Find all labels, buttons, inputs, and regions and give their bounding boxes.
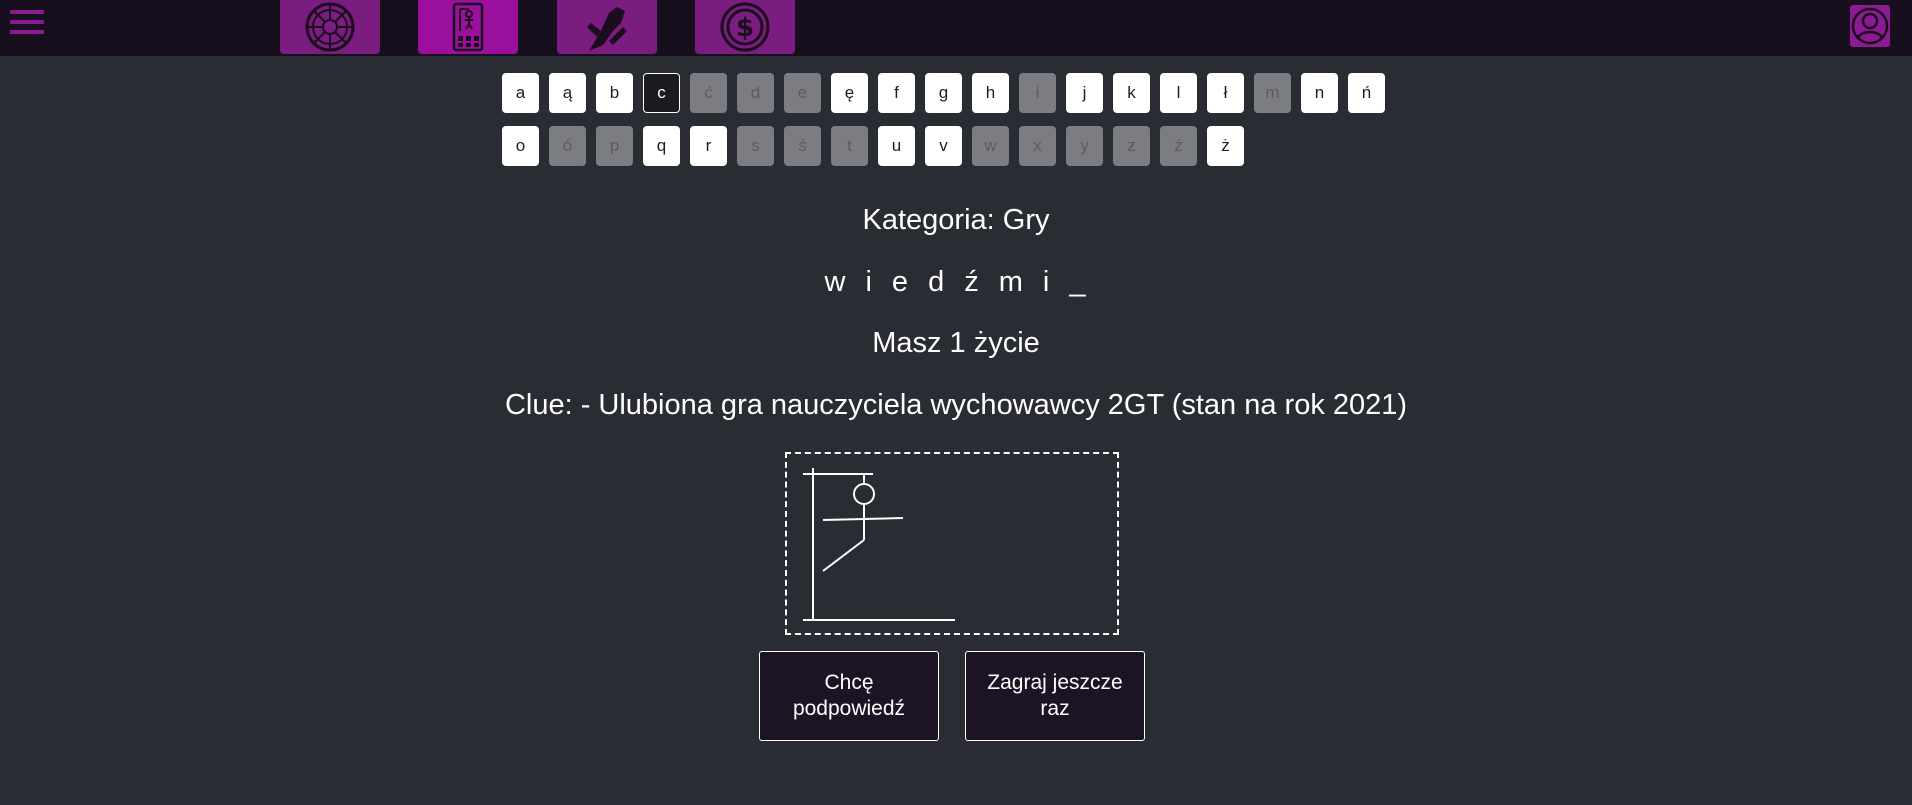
word-letter: w <box>824 266 848 298</box>
letter-key[interactable]: j <box>1066 73 1103 113</box>
roulette-wheel-icon <box>305 2 355 52</box>
letter-key[interactable]: o <box>502 126 539 166</box>
letter-key[interactable]: k <box>1113 73 1150 113</box>
category-label: Kategoria: Gry <box>862 204 1050 236</box>
word-letter: ź <box>964 266 981 298</box>
letter-key[interactable]: a <box>502 73 539 113</box>
word-letter: i <box>1042 266 1052 298</box>
letter-keyboard: aąbcćdeęfghijklłmnń oópqrsśtuvwxyzźż <box>502 73 1395 179</box>
letter-key[interactable]: g <box>925 73 962 113</box>
hint-button[interactable]: Chcę podpowiedź <box>759 651 939 741</box>
letter-key[interactable]: ę <box>831 73 868 113</box>
letter-key[interactable]: ł <box>1207 73 1244 113</box>
letter-key[interactable]: w <box>972 126 1009 166</box>
svg-text:$: $ <box>736 13 754 43</box>
word-letter: i <box>865 266 874 298</box>
letter-key[interactable]: l <box>1160 73 1197 113</box>
letter-key[interactable]: x <box>1019 126 1056 166</box>
scissors-hand-icon <box>587 7 627 51</box>
tab-money[interactable]: $ <box>695 0 795 54</box>
letter-key[interactable]: m <box>1254 73 1291 113</box>
letter-key[interactable]: t <box>831 126 868 166</box>
word-letter: _ <box>1069 266 1088 298</box>
letter-key[interactable]: n <box>1301 73 1338 113</box>
word-letter: m <box>998 266 1025 298</box>
letter-key[interactable]: r <box>690 126 727 166</box>
letter-key[interactable]: z <box>1113 126 1150 166</box>
keyboard-row: aąbcćdeęfghijklłmnń <box>502 73 1395 113</box>
word-letter: d <box>928 266 947 298</box>
dollar-coin-icon: $ <box>720 2 770 52</box>
letter-key[interactable]: e <box>784 73 821 113</box>
letter-key[interactable]: ć <box>690 73 727 113</box>
letter-key[interactable]: q <box>643 126 680 166</box>
word-letter: e <box>891 266 911 298</box>
letter-key[interactable]: i <box>1019 73 1056 113</box>
keyboard-row: oópqrsśtuvwxyzźż <box>502 126 1395 166</box>
letter-key[interactable]: ź <box>1160 126 1197 166</box>
hamburger-menu-icon[interactable] <box>10 10 44 40</box>
top-navigation-bar: $ <box>0 0 1912 56</box>
letter-key[interactable]: u <box>878 126 915 166</box>
letter-key[interactable]: ó <box>549 126 586 166</box>
letter-key[interactable]: ż <box>1207 126 1244 166</box>
letter-key[interactable]: ą <box>549 73 586 113</box>
guessed-word: w i e d ź m i _ <box>0 266 1912 299</box>
letter-key[interactable]: d <box>737 73 774 113</box>
letter-key[interactable]: ń <box>1348 73 1385 113</box>
tab-rock-paper-scissors[interactable] <box>557 0 657 54</box>
letter-key[interactable]: b <box>596 73 633 113</box>
letter-key[interactable]: ś <box>784 126 821 166</box>
letter-key[interactable]: c <box>643 73 680 113</box>
tab-hangman[interactable] <box>418 0 518 54</box>
hangman-leg <box>822 539 865 572</box>
play-again-button[interactable]: Zagraj jeszcze raz <box>965 651 1145 741</box>
clue-text: Clue: - Ulubiona gra nauczyciela wychowa… <box>504 389 1408 421</box>
letter-key[interactable]: f <box>878 73 915 113</box>
hangman-card-icon <box>452 2 484 52</box>
letter-key[interactable]: s <box>737 126 774 166</box>
hangman-drawing <box>785 452 1119 635</box>
hangman-arms <box>822 517 904 521</box>
hangman-head <box>853 483 875 505</box>
tab-roulette[interactable] <box>280 0 380 54</box>
letter-key[interactable]: p <box>596 126 633 166</box>
user-avatar-icon[interactable] <box>1850 5 1890 47</box>
letter-key[interactable]: v <box>925 126 962 166</box>
letter-key[interactable]: h <box>972 73 1009 113</box>
letter-key[interactable]: y <box>1066 126 1103 166</box>
lives-counter: Masz 1 życie <box>872 327 1040 359</box>
